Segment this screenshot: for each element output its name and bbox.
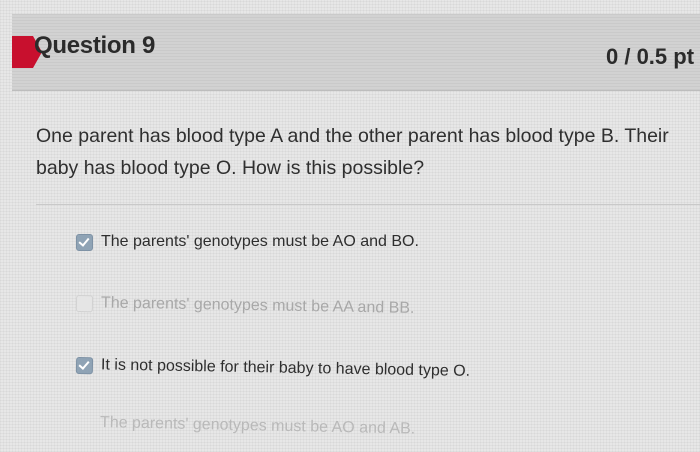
answer-label: The parents' genotypes must be AA and BB… <box>100 294 415 317</box>
checkbox-unchecked-icon[interactable] <box>75 294 94 312</box>
answer-label: The parents' genotypes must be AO and BO… <box>101 233 419 250</box>
answer-label: It is not possible for their baby to hav… <box>100 356 471 380</box>
question-header: Question 9 0 / 0.5 pt <box>12 14 700 91</box>
checkbox-checked-icon[interactable] <box>76 233 93 251</box>
divider <box>36 204 700 205</box>
answer-option-4[interactable]: The parents' genotypes must be AO and AB… <box>100 414 416 439</box>
quiz-page: Question 9 0 / 0.5 pt One parent has blo… <box>0 0 700 452</box>
checkbox-checked-icon[interactable] <box>75 356 94 374</box>
question-score: 0 / 0.5 pt <box>606 44 695 69</box>
question-title: Question 9 <box>34 32 156 59</box>
answer-option-1[interactable]: The parents' genotypes must be AO and BO… <box>76 233 419 251</box>
answer-label: The parents' genotypes must be AO and AB… <box>99 414 416 438</box>
answer-option-2[interactable]: The parents' genotypes must be AA and BB… <box>75 294 415 318</box>
answer-option-3[interactable]: It is not possible for their baby to hav… <box>75 356 471 381</box>
question-text: One parent has blood type A and the othe… <box>36 125 669 179</box>
